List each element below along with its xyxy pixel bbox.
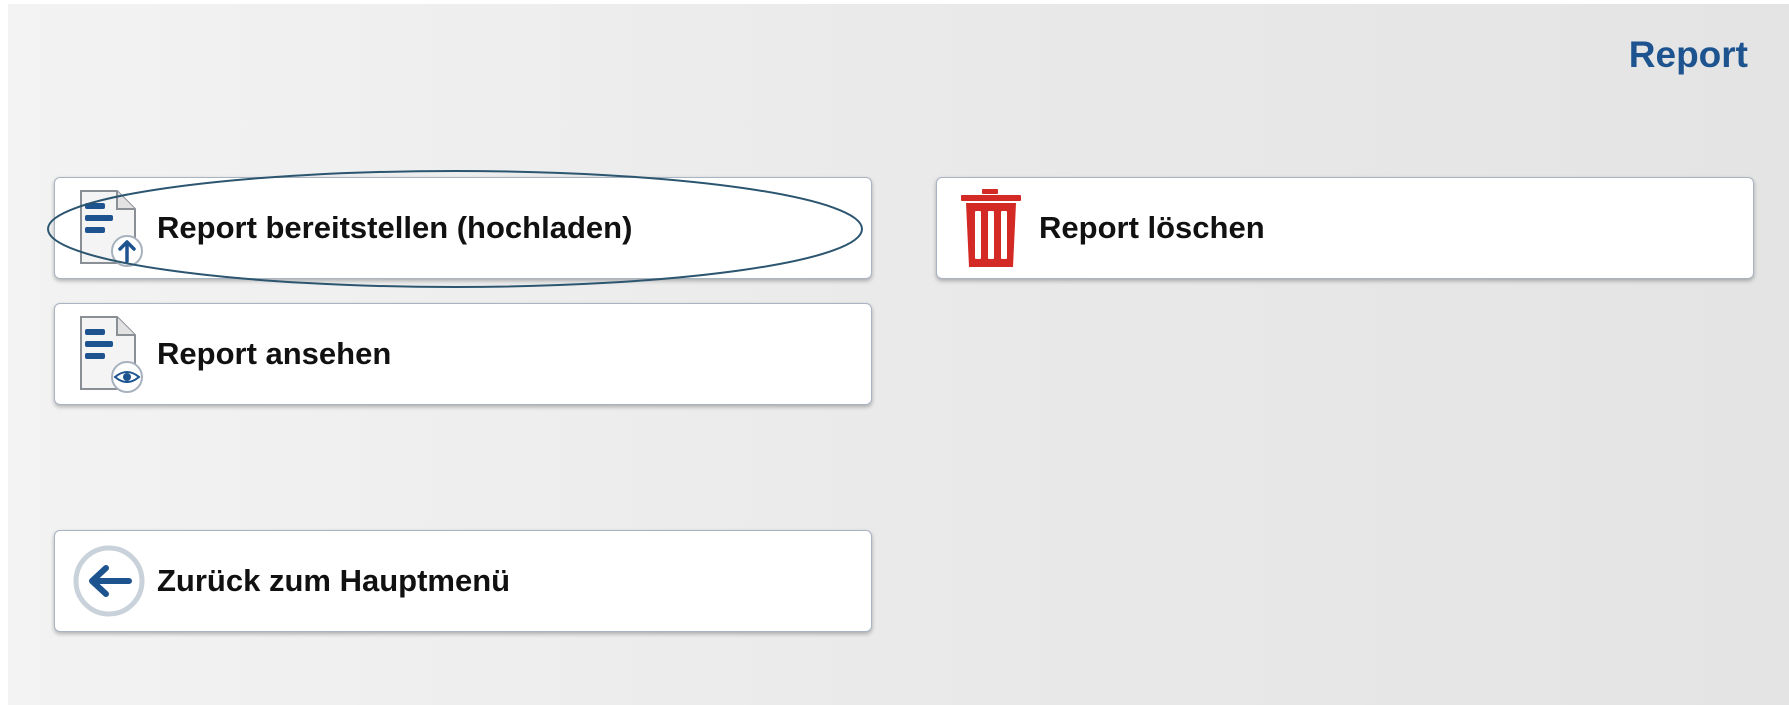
document-upload-icon xyxy=(73,187,147,269)
back-to-main-menu-button[interactable]: Zurück zum Hauptmenü xyxy=(54,530,872,632)
page-title: Report xyxy=(1628,34,1748,75)
panel-border-left xyxy=(0,0,8,705)
panel-border-top xyxy=(0,0,1789,4)
upload-report-button[interactable]: Report bereitstellen (hochladen) xyxy=(54,177,872,279)
document-view-icon xyxy=(73,313,147,395)
delete-report-button[interactable]: Report löschen xyxy=(936,177,1754,279)
delete-report-label: Report löschen xyxy=(1039,210,1265,245)
arrow-left-icon xyxy=(73,540,147,622)
view-report-label: Report ansehen xyxy=(157,336,392,371)
view-report-button[interactable]: Report ansehen xyxy=(54,303,872,405)
trash-icon xyxy=(955,187,1029,269)
back-to-main-menu-label: Zurück zum Hauptmenü xyxy=(157,563,511,598)
upload-report-label: Report bereitstellen (hochladen) xyxy=(157,210,633,245)
